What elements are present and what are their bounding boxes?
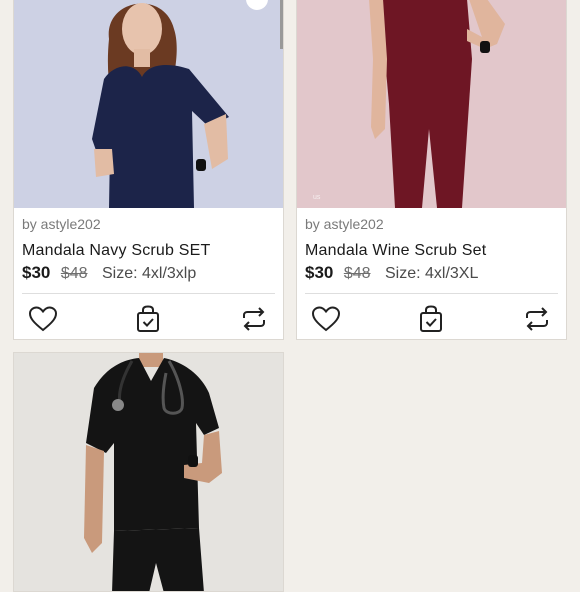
price: $30 [305, 263, 334, 282]
listing-title[interactable]: Mandala Navy Scrub SET [22, 242, 210, 260]
original-price: $48 [343, 265, 371, 282]
svg-text:us: us [313, 194, 321, 201]
share-button[interactable] [521, 303, 553, 335]
listing-card-navy[interactable]: by astyle202 Mandala Navy Scrub SET $30 … [13, 0, 284, 340]
original-price: $48 [60, 265, 88, 282]
seller-name[interactable]: by astyle202 [305, 216, 384, 232]
add-to-bag-button[interactable] [132, 303, 164, 335]
repost-icon [243, 307, 265, 331]
repost-icon [526, 307, 548, 331]
shopping-bag-icon [137, 305, 159, 332]
product-image[interactable] [14, 353, 283, 591]
divider [22, 293, 275, 294]
size-label: Size: 4xl/3XL [384, 265, 479, 282]
share-button[interactable] [238, 303, 270, 335]
heart-icon [28, 306, 58, 332]
price: $30 [22, 263, 51, 282]
add-to-bag-button[interactable] [415, 303, 447, 335]
price-row: $30 $48 Size: 4xl/3xlp [22, 263, 196, 283]
product-image[interactable]: us [297, 0, 566, 208]
heart-icon [311, 306, 341, 332]
listing-card-wine[interactable]: us by astyle202 Mandala Wine Scrub Set $… [296, 0, 567, 340]
shopping-bag-icon [420, 305, 442, 332]
like-button[interactable] [27, 303, 59, 335]
size-label: Size: 4xl/3xlp [101, 265, 197, 282]
seller-name[interactable]: by astyle202 [22, 216, 101, 232]
price-row: $30 $48 Size: 4xl/3XL [305, 263, 478, 283]
listing-title[interactable]: Mandala Wine Scrub Set [305, 242, 486, 260]
product-image[interactable] [14, 0, 283, 208]
like-button[interactable] [310, 303, 342, 335]
listing-card-black[interactable] [13, 352, 284, 592]
divider [305, 293, 558, 294]
